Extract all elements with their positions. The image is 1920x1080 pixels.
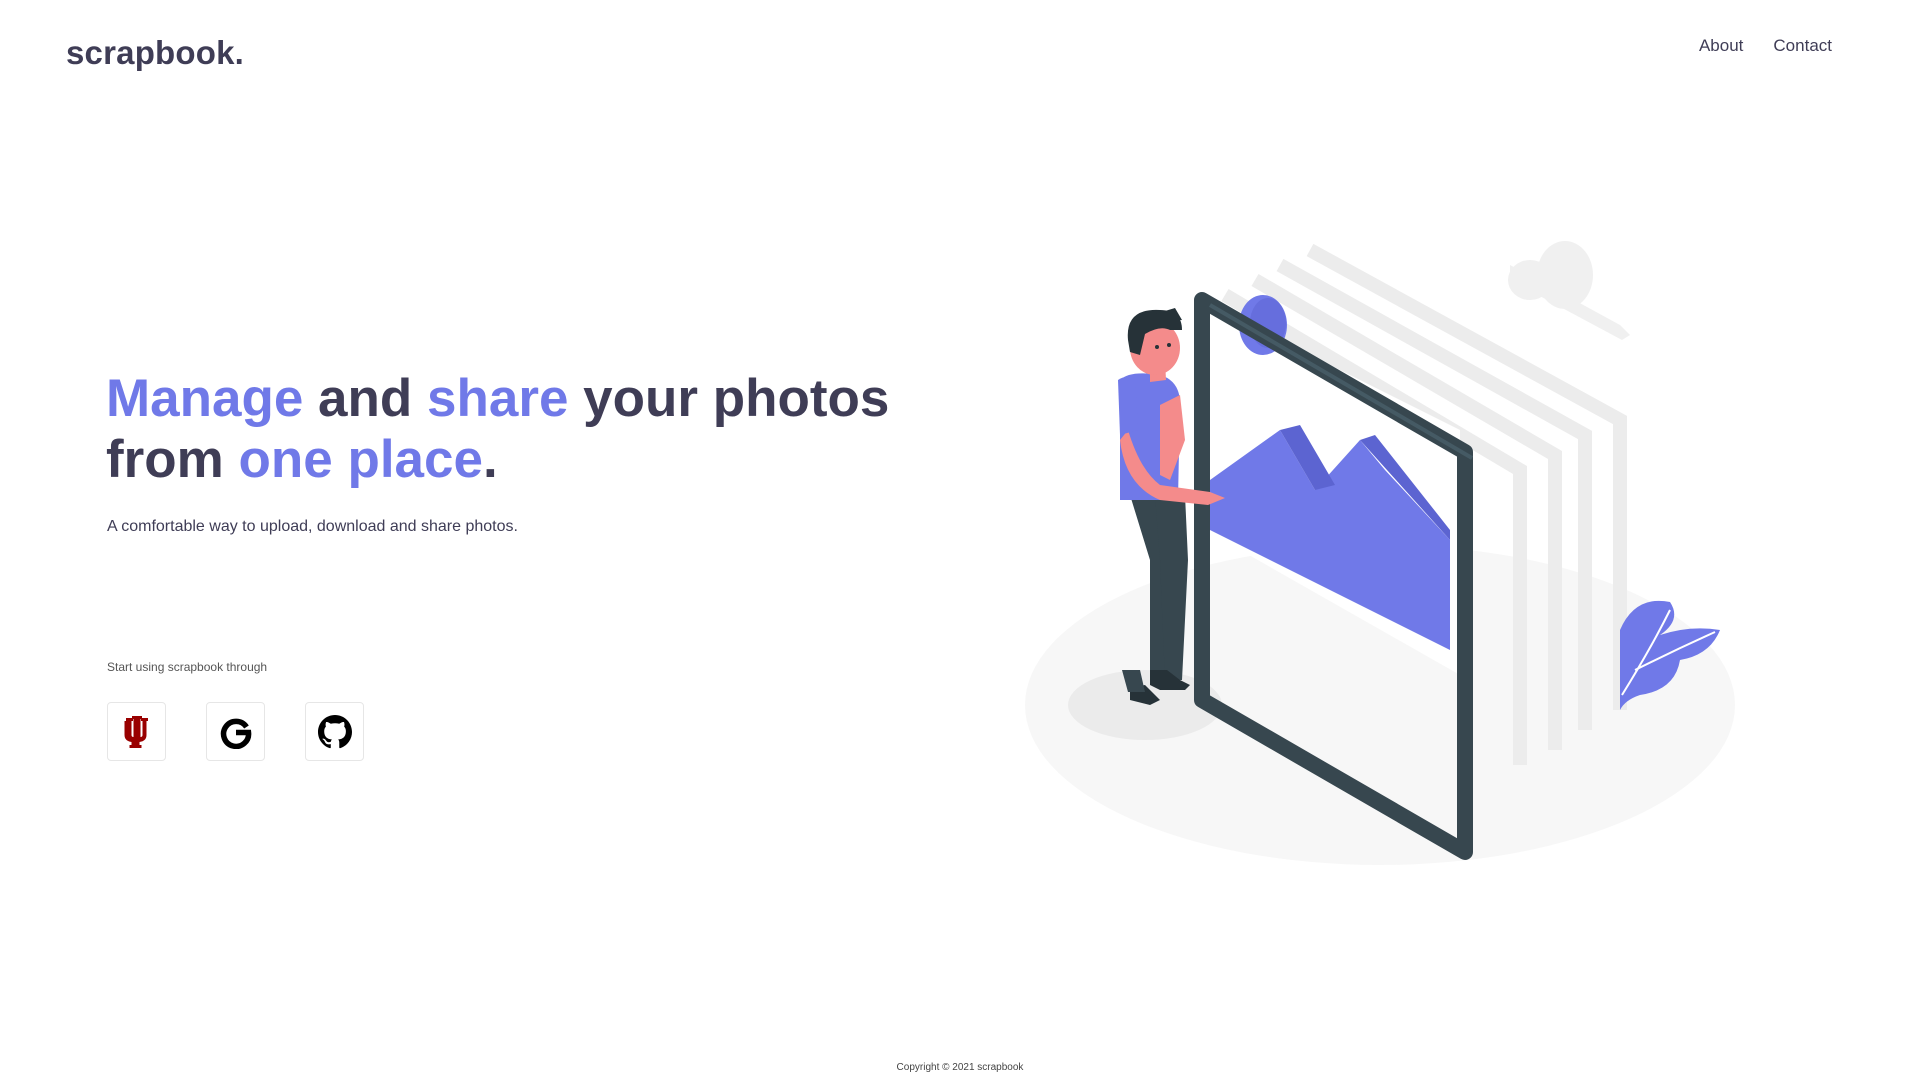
google-login-button[interactable]: [206, 702, 265, 761]
iu-login-button[interactable]: [107, 702, 166, 761]
nav-contact-link[interactable]: Contact: [1773, 36, 1832, 56]
cloud-icon: [1508, 241, 1630, 340]
hero-title: Manage and share your photos from one pl…: [106, 368, 926, 490]
hero-subtitle: A comfortable way to upload, download an…: [107, 518, 518, 535]
github-icon: [317, 714, 352, 748]
hero-title-part: and: [303, 369, 428, 428]
top-nav: About Contact: [1699, 36, 1832, 56]
hero-title-part: share: [427, 369, 569, 428]
hero-title-part: .: [482, 430, 498, 489]
brand-logo[interactable]: scrapbook.: [66, 34, 244, 72]
login-providers: [107, 702, 364, 761]
iu-trident-icon: [124, 715, 148, 748]
footer-copyright: Copyright © 2021 scrapbook: [896, 1062, 1024, 1073]
landing-page: scrapbook. About Contact Manage and shar…: [0, 0, 1920, 1080]
hero-title-part: one place: [238, 430, 483, 489]
nav-about-link[interactable]: About: [1699, 36, 1743, 56]
hero-illustration: [1025, 241, 1735, 865]
hero-title-part: Manage: [106, 369, 304, 428]
github-login-button[interactable]: [305, 702, 364, 761]
start-using-label: Start using scrapbook through: [107, 660, 268, 674]
google-icon: [220, 718, 251, 749]
